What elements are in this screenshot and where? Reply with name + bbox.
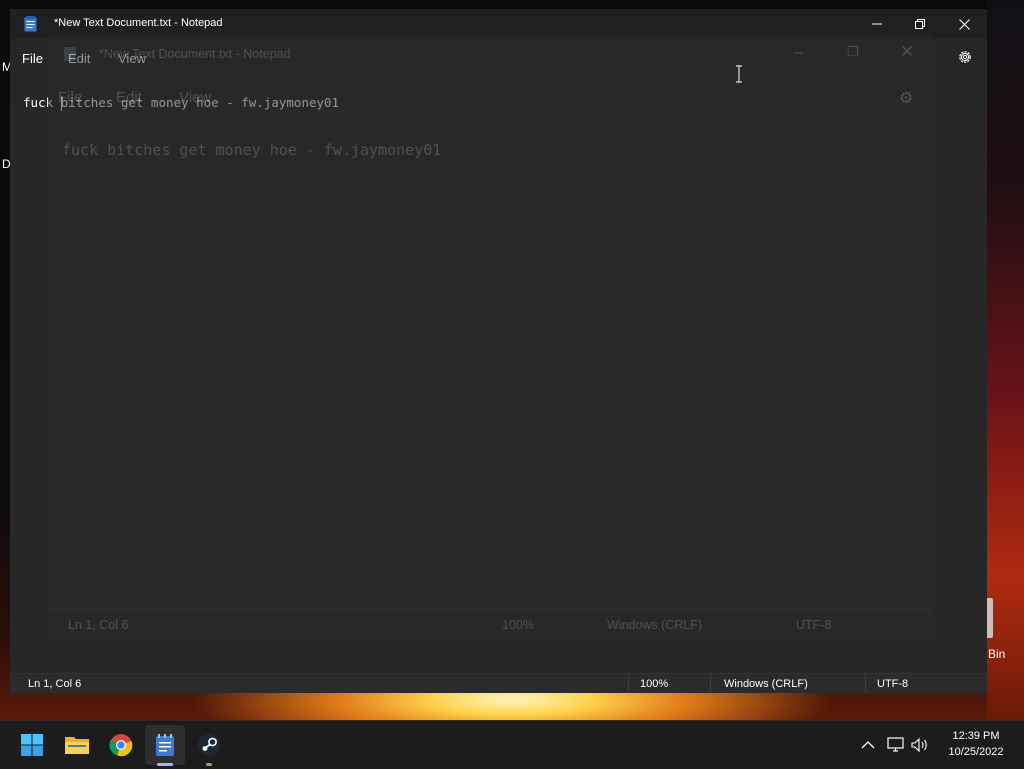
- clock-date[interactable]: 10/25/2022: [940, 746, 1012, 758]
- ibeam-cursor-icon: [736, 65, 742, 83]
- taskbar-chrome[interactable]: [101, 725, 141, 765]
- status-divider: [865, 674, 866, 693]
- status-line-endings: Windows (CRLF): [724, 678, 808, 690]
- menu-view[interactable]: View: [118, 49, 146, 68]
- minimize-button[interactable]: [855, 9, 899, 39]
- chevron-up-icon: [861, 741, 875, 749]
- notepad-icon: [24, 16, 37, 32]
- running-app-indicator: [206, 763, 212, 766]
- start-button[interactable]: [12, 725, 52, 765]
- restore-icon: [915, 19, 925, 29]
- settings-button[interactable]: [957, 49, 979, 69]
- taskbar: 12:39 PM 10/25/2022: [0, 720, 1024, 769]
- active-app-indicator: [157, 763, 173, 766]
- title-bar[interactable]: *New Text Document.txt - Notepad: [10, 9, 987, 39]
- folder-icon: [65, 737, 89, 754]
- network-tray-button[interactable]: [886, 735, 906, 755]
- window-title: *New Text Document.txt - Notepad: [54, 17, 223, 29]
- status-divider: [710, 674, 711, 693]
- status-position: Ln 1, Col 6: [28, 678, 82, 690]
- document-text[interactable]: fuck bitches get money hoe - fw.jaymoney…: [23, 95, 339, 110]
- minimize-icon: [872, 23, 882, 25]
- show-hidden-icons-button[interactable]: [858, 735, 878, 755]
- recycle-bin-label[interactable]: Bin: [988, 647, 1005, 661]
- status-bar: Ln 1, Col 6 100% Windows (CRLF) UTF-8: [10, 673, 987, 693]
- menu-bar: File Edit View: [10, 49, 987, 71]
- network-icon: [887, 737, 904, 752]
- taskbar-steam[interactable]: [189, 725, 229, 766]
- menu-file[interactable]: File: [22, 49, 43, 68]
- chrome-icon: [109, 734, 133, 757]
- restore-button[interactable]: [898, 9, 942, 39]
- volume-icon: [911, 737, 927, 753]
- menu-edit[interactable]: Edit: [68, 49, 90, 68]
- taskbar-file-explorer[interactable]: [57, 725, 97, 765]
- notepad-icon: [156, 734, 174, 756]
- status-zoom[interactable]: 100%: [640, 678, 668, 690]
- volume-tray-button[interactable]: [910, 735, 930, 755]
- text-caret: [61, 96, 62, 111]
- clock-time[interactable]: 12:39 PM: [940, 730, 1012, 742]
- steam-icon: [198, 734, 220, 756]
- status-divider: [628, 674, 629, 693]
- close-button[interactable]: [942, 9, 986, 39]
- gear-icon: [959, 51, 971, 63]
- notepad-window: *New Text Document.txt - Notepad File Ed…: [10, 9, 987, 693]
- windows-start-icon: [21, 734, 43, 756]
- status-encoding: UTF-8: [877, 678, 909, 690]
- taskbar-notepad[interactable]: [145, 725, 185, 766]
- text-editor-area[interactable]: fuck bitches get money hoe - fw.jaymoney…: [10, 93, 987, 665]
- close-icon: [958, 18, 970, 30]
